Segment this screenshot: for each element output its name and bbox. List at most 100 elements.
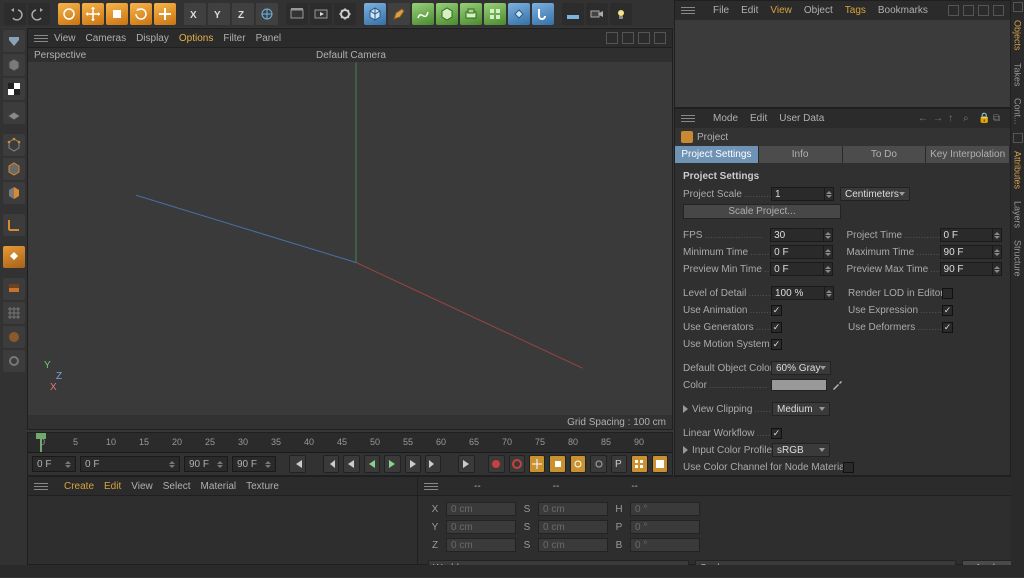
obj-menu-file[interactable]: File xyxy=(713,5,729,16)
obj-menu-edit[interactable]: Edit xyxy=(741,5,758,16)
attr-up-icon[interactable]: ↑ xyxy=(948,113,959,124)
prev-frame-icon[interactable] xyxy=(343,455,359,473)
project-time-spinner[interactable] xyxy=(992,228,1002,242)
key-pos-icon[interactable] xyxy=(529,455,545,473)
hamburger-icon[interactable] xyxy=(424,483,438,490)
material-menu-material[interactable]: Material xyxy=(201,481,237,492)
light-icon[interactable] xyxy=(610,3,632,25)
coord-sy[interactable]: 0 cm xyxy=(538,520,608,534)
ucc-checkbox[interactable] xyxy=(843,462,854,473)
timeline-end[interactable]: 90 F xyxy=(184,456,228,472)
expand-icon[interactable] xyxy=(683,405,688,413)
obj-eye-icon[interactable] xyxy=(978,5,989,16)
max-time-spinner[interactable] xyxy=(992,245,1002,259)
spline-icon[interactable] xyxy=(412,3,434,25)
x-axis-icon[interactable]: X xyxy=(184,3,206,25)
attr-menu-edit[interactable]: Edit xyxy=(750,113,767,124)
material-menu-edit[interactable]: Edit xyxy=(104,481,121,492)
timeline-end2[interactable]: 90 F xyxy=(232,456,276,472)
points-mode-icon[interactable] xyxy=(3,134,25,156)
coord-b[interactable]: 0 ° xyxy=(630,538,700,552)
bend-icon[interactable] xyxy=(532,3,554,25)
fps-field[interactable]: 30 xyxy=(770,228,824,242)
scale-icon[interactable] xyxy=(106,3,128,25)
tab-todo[interactable]: To Do xyxy=(843,146,927,163)
lod-field[interactable]: 100 % xyxy=(771,286,825,300)
key-all-icon[interactable] xyxy=(652,455,668,473)
objects-tree[interactable] xyxy=(675,20,1010,107)
attr-menu-userdata[interactable]: User Data xyxy=(779,113,824,124)
rtab-icon[interactable] xyxy=(1013,133,1023,143)
attr-new-icon[interactable]: ⧉ xyxy=(993,113,1004,124)
viewport-menu-view[interactable]: View xyxy=(54,33,76,44)
workplane-icon[interactable] xyxy=(3,102,25,124)
rtab-attributes[interactable]: Attributes xyxy=(1013,145,1023,195)
project-scale-unit[interactable]: Centimeters xyxy=(840,187,910,201)
material-menu-create[interactable]: Create xyxy=(64,481,94,492)
next-key-icon[interactable] xyxy=(425,455,441,473)
make-editable-icon[interactable] xyxy=(3,30,25,52)
obj-menu-view[interactable]: View xyxy=(770,5,792,16)
viewport-orbit-icon[interactable] xyxy=(638,32,650,44)
viewport-menu-filter[interactable]: Filter xyxy=(223,33,245,44)
viewport-menu-display[interactable]: Display xyxy=(136,33,169,44)
extrude-icon[interactable] xyxy=(460,3,482,25)
hamburger-icon[interactable] xyxy=(681,115,695,122)
hamburger-icon[interactable] xyxy=(34,35,48,42)
tab-key-interpolation[interactable]: Key Interpolation xyxy=(926,146,1010,163)
prev-max-spinner[interactable] xyxy=(992,262,1002,276)
pen-icon[interactable] xyxy=(388,3,410,25)
coord-y-pos[interactable]: 0 cm xyxy=(446,520,516,534)
key-scale-icon[interactable] xyxy=(549,455,565,473)
viewport-pan-icon[interactable] xyxy=(606,32,618,44)
key-pla-icon[interactable]: P xyxy=(611,455,627,473)
cube-icon[interactable] xyxy=(364,3,386,25)
prev-min-spinner[interactable] xyxy=(823,262,833,276)
attr-fwd-icon[interactable]: → xyxy=(933,113,944,124)
coord-x-pos[interactable]: 0 cm xyxy=(446,502,516,516)
obj-filter-icon[interactable] xyxy=(963,5,974,16)
timeline-current[interactable]: 0 F xyxy=(80,456,180,472)
use-motion-checkbox[interactable] xyxy=(771,339,782,350)
viewport-3d[interactable]: Y Z X xyxy=(28,62,672,415)
hamburger-icon[interactable] xyxy=(681,7,695,14)
viewport-menu-options[interactable]: Options xyxy=(179,33,213,44)
rtab-layers[interactable]: Layers xyxy=(1013,195,1023,234)
def-color-select[interactable]: 60% Gray xyxy=(771,361,831,375)
autokey-icon[interactable] xyxy=(509,455,525,473)
render-settings-icon[interactable] xyxy=(334,3,356,25)
redo-icon[interactable] xyxy=(28,3,50,25)
max-time-field[interactable]: 90 F xyxy=(940,245,994,259)
viewport-solo-icon[interactable] xyxy=(3,246,25,268)
render-region-icon[interactable] xyxy=(310,3,332,25)
play-icon[interactable] xyxy=(384,455,400,473)
project-time-field[interactable]: 0 F xyxy=(940,228,994,242)
material-menu-texture[interactable]: Texture xyxy=(246,481,279,492)
next-frame-icon[interactable] xyxy=(405,455,421,473)
project-scale-spinner[interactable] xyxy=(824,187,834,201)
timeline-start[interactable]: 0 F xyxy=(32,456,76,472)
edges-mode-icon[interactable] xyxy=(3,158,25,180)
axis-line-icon[interactable] xyxy=(3,214,25,236)
coord-p[interactable]: 0 ° xyxy=(630,520,700,534)
icp-select[interactable]: sRGB xyxy=(772,443,830,457)
prev-key-icon[interactable] xyxy=(323,455,339,473)
live-select-icon[interactable] xyxy=(58,3,80,25)
camera-icon[interactable] xyxy=(586,3,608,25)
material-menu-view[interactable]: View xyxy=(131,481,153,492)
min-time-spinner[interactable] xyxy=(823,245,833,259)
linear-wf-checkbox[interactable] xyxy=(771,428,782,439)
use-gen-checkbox[interactable] xyxy=(771,322,782,333)
use-expr-checkbox[interactable] xyxy=(942,305,953,316)
y-axis-icon[interactable]: Y xyxy=(208,3,230,25)
obj-menu-tags[interactable]: Tags xyxy=(845,5,866,16)
goto-start-icon[interactable] xyxy=(289,455,305,473)
play-back-icon[interactable] xyxy=(364,455,380,473)
attr-back-icon[interactable]: ← xyxy=(918,113,929,124)
viewport-menu-cameras[interactable]: Cameras xyxy=(86,33,127,44)
obj-search-icon[interactable] xyxy=(948,5,959,16)
rtab-content[interactable]: Cont... xyxy=(1013,92,1023,131)
viewport-zoom-icon[interactable] xyxy=(622,32,634,44)
expand-icon[interactable] xyxy=(683,446,688,454)
attr-menu-mode[interactable]: Mode xyxy=(713,113,738,124)
